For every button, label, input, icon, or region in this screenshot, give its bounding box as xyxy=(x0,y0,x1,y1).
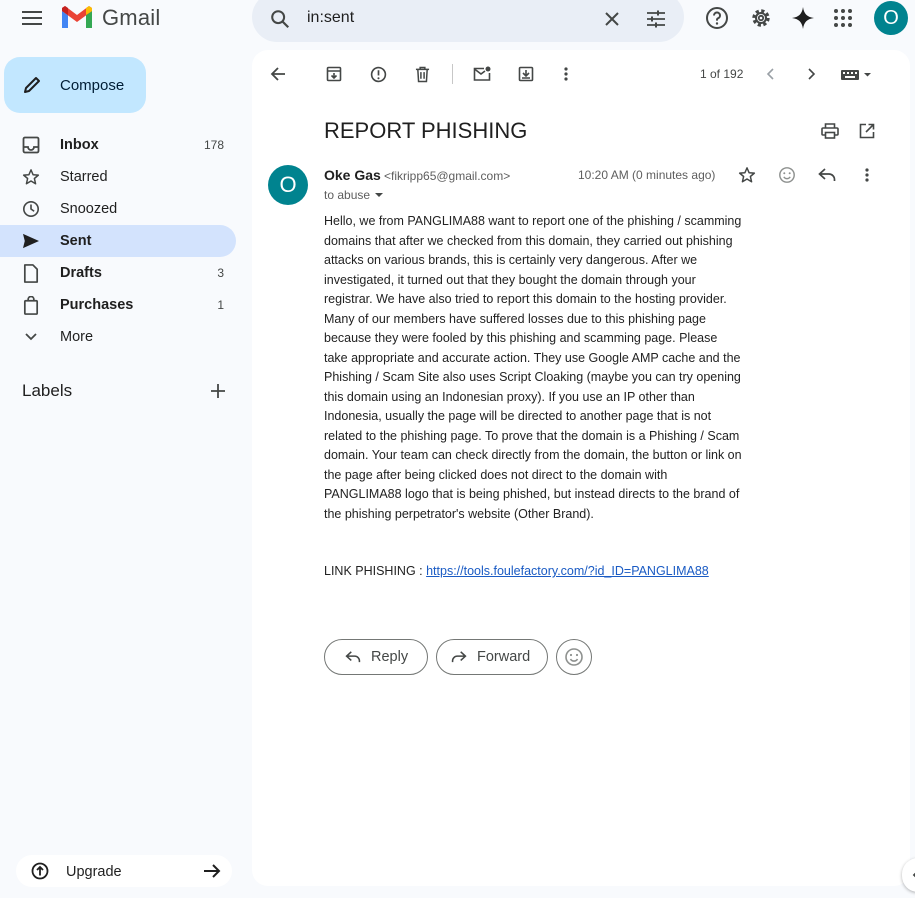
email-body: Hello, we from PANGLIMA88 want to report… xyxy=(324,214,742,521)
caret-down-icon xyxy=(375,193,384,197)
filter-options-icon[interactable] xyxy=(642,5,670,33)
clock-icon xyxy=(20,199,42,219)
link-prefix: LINK PHISHING : xyxy=(324,564,427,578)
draft-icon xyxy=(20,263,42,283)
report-spam-icon[interactable] xyxy=(366,62,390,86)
add-label-button[interactable] xyxy=(206,379,230,403)
star-icon[interactable] xyxy=(735,163,759,187)
help-icon[interactable] xyxy=(702,3,732,33)
sidebar-item-sent[interactable]: Sent xyxy=(0,225,236,257)
sidebar-item-label: Purchases xyxy=(60,297,134,313)
compose-label: Compose xyxy=(60,76,125,94)
keyboard-input-icon[interactable] xyxy=(836,62,876,86)
gmail-m-icon xyxy=(62,6,92,28)
back-arrow-icon[interactable] xyxy=(266,62,290,86)
forward-button[interactable]: Forward xyxy=(436,639,548,675)
print-icon[interactable] xyxy=(818,119,842,143)
search-bar xyxy=(252,0,684,42)
pencil-icon xyxy=(24,77,40,93)
reply-icon[interactable] xyxy=(815,163,839,187)
toolbar-divider xyxy=(452,64,453,84)
sender-name[interactable]: Oke Gas xyxy=(324,167,381,183)
sender-email: <fikripp65@gmail.com> xyxy=(384,169,511,183)
more-vert-icon[interactable] xyxy=(554,62,578,86)
arrow-right-icon xyxy=(202,861,222,881)
close-icon[interactable] xyxy=(598,5,626,33)
email-subject: REPORT PHISHING xyxy=(324,118,528,143)
more-vert-icon[interactable] xyxy=(855,163,879,187)
sidebar-item-starred[interactable]: Starred xyxy=(0,161,236,193)
delete-trash-icon[interactable] xyxy=(410,62,434,86)
archive-icon[interactable] xyxy=(322,62,346,86)
forward-icon xyxy=(451,651,467,663)
unread-count: 178 xyxy=(203,138,224,152)
hamburger-icon xyxy=(22,11,42,25)
sidebar-item-drafts[interactable]: Drafts 3 xyxy=(0,257,236,289)
shopping-bag-icon xyxy=(20,295,42,315)
sidebar-item-label: More xyxy=(60,329,94,345)
sidebar-item-label: Inbox xyxy=(60,137,99,153)
plus-icon xyxy=(211,384,225,398)
move-to-icon[interactable] xyxy=(514,62,538,86)
phishing-link[interactable]: https://tools.foulefactory.com/?id_ID=PA… xyxy=(426,564,709,578)
pagination-count: 1 of 192 xyxy=(700,67,744,81)
open-new-window-icon[interactable] xyxy=(855,119,879,143)
send-icon xyxy=(20,231,42,251)
sidebar-item-snoozed[interactable]: Snoozed xyxy=(0,193,236,225)
sidebar-item-label: Sent xyxy=(60,233,92,249)
sidebar-item-more[interactable]: More xyxy=(0,321,236,353)
reply-button[interactable]: Reply xyxy=(324,639,428,675)
recipient-label: to abuse xyxy=(324,188,371,202)
star-icon xyxy=(20,167,42,187)
draft-count: 3 xyxy=(217,266,224,280)
emoji-icon xyxy=(565,648,583,666)
inbox-icon xyxy=(20,135,42,155)
upgrade-icon xyxy=(30,861,50,881)
chevron-down-icon xyxy=(20,327,42,347)
search-icon[interactable] xyxy=(266,5,294,33)
sidebar-item-label: Drafts xyxy=(60,265,102,281)
reply-icon xyxy=(345,651,361,663)
sender-avatar[interactable]: O xyxy=(268,165,308,205)
email-timestamp: 10:20 AM (0 minutes ago) xyxy=(578,168,716,182)
recipient-details[interactable]: to abuse xyxy=(324,188,384,202)
emoji-react-icon[interactable] xyxy=(775,163,799,187)
chevron-left-icon[interactable] xyxy=(759,62,783,86)
forward-label: Forward xyxy=(477,649,531,665)
sidebar-item-label: Starred xyxy=(60,169,108,185)
labels-heading: Labels xyxy=(22,381,73,400)
emoji-reaction-button[interactable] xyxy=(556,639,592,675)
chevron-right-icon[interactable] xyxy=(799,62,823,86)
mark-unread-icon[interactable] xyxy=(470,62,494,86)
account-avatar[interactable]: O xyxy=(874,1,908,35)
sidebar-item-inbox[interactable]: Inbox 178 xyxy=(0,129,236,161)
purchases-count: 1 xyxy=(217,298,224,312)
sidebar-item-purchases[interactable]: Purchases 1 xyxy=(0,289,236,321)
phishing-link-line: LINK PHISHING : https://tools.foulefacto… xyxy=(324,564,709,578)
reply-label: Reply xyxy=(371,649,409,665)
gemini-sparkle-icon[interactable] xyxy=(788,3,818,33)
upgrade-label: Upgrade xyxy=(66,864,122,880)
app-name: Gmail xyxy=(102,5,161,30)
main-menu-button[interactable] xyxy=(12,0,52,36)
compose-button[interactable]: Compose xyxy=(4,57,146,113)
search-input[interactable] xyxy=(307,6,587,30)
sidebar-item-label: Snoozed xyxy=(60,201,118,217)
upgrade-button[interactable]: Upgrade xyxy=(16,855,232,887)
apps-grid-icon[interactable] xyxy=(828,3,858,33)
email-view-panel: 1 of 192 REPORT PHISHING O Oke Gas <fikr… xyxy=(252,50,910,886)
settings-gear-icon[interactable] xyxy=(746,3,776,33)
gmail-logo[interactable]: Gmail xyxy=(60,2,160,34)
